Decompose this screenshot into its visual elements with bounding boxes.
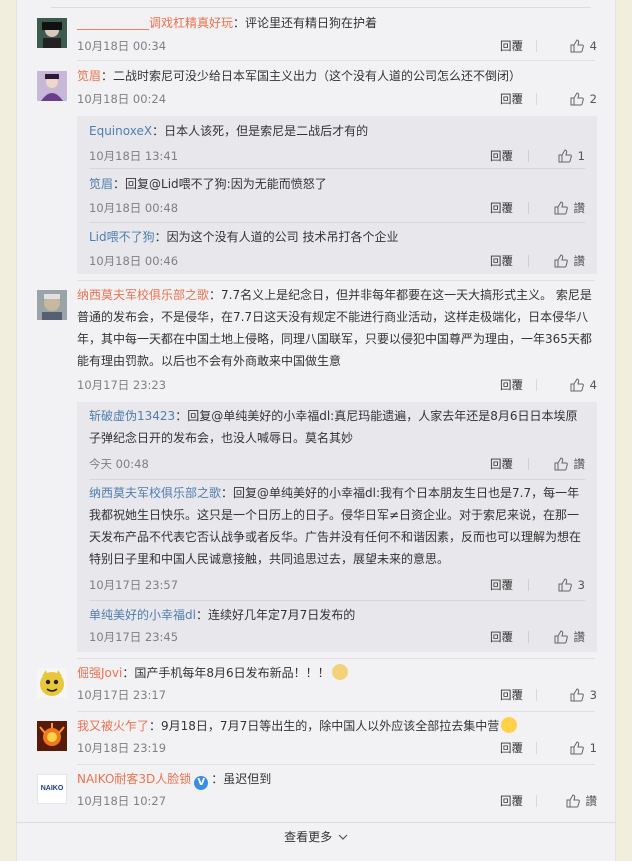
comment-text: 国产手机每年8月6日发布新品！！！ bbox=[134, 666, 330, 680]
reply-button[interactable]: 回覆 bbox=[500, 686, 523, 704]
comment-text: 虽迟但到 bbox=[223, 772, 272, 786]
reply-author[interactable]: Lid喂不了狗 bbox=[89, 230, 155, 244]
thumbs-up-icon bbox=[570, 92, 584, 106]
reply-item: Lid喂不了狗：因为这个没有人道的公司 技术吊打各个企业 10月18日 00:4… bbox=[89, 230, 585, 268]
like-button[interactable]: 2 bbox=[570, 90, 597, 108]
thumbs-up-icon bbox=[570, 688, 584, 702]
reply-text: 日本人该死，但是索尼是二战后才有的 bbox=[164, 124, 369, 138]
reply-text: 连续好几年定7月7日发布的 bbox=[207, 608, 356, 622]
avatar[interactable] bbox=[37, 18, 67, 48]
reply-item: 斩破虚伪13423：回复@单纯美好的小幸福dl:真尼玛能遗遍，人家去年还是8月6… bbox=[89, 409, 585, 471]
reply-thread: EquinoxeX：日本人该死，但是索尼是二战后才有的 10月18日 13:41… bbox=[77, 116, 597, 274]
avatar[interactable] bbox=[37, 668, 67, 698]
like-button[interactable]: 4 bbox=[570, 37, 597, 55]
reply-text: 回复@Lid喂不了狗:因为无能而愤怒了 bbox=[125, 177, 327, 191]
like-button[interactable]: 3 bbox=[570, 686, 597, 704]
timestamp: 10月17日 23:23 bbox=[77, 378, 167, 392]
comment-panel: ____________调戏杠精真好玩：评论里还有精日狗在护着 10月18日 0… bbox=[16, 0, 616, 861]
reply-button[interactable]: 回覆 bbox=[500, 376, 523, 394]
avatar[interactable] bbox=[37, 71, 67, 101]
avatar[interactable] bbox=[37, 721, 67, 751]
reply-item: 纳西莫夫军校俱乐部之歌：回复@单纯美好的小幸福dl:我有个日本朋友生日也是7.7… bbox=[89, 486, 585, 592]
like-button[interactable]: 3 bbox=[558, 576, 585, 594]
timestamp: 10月18日 13:41 bbox=[89, 149, 179, 163]
timestamp: 10月18日 23:19 bbox=[77, 741, 167, 755]
thumbs-up-icon bbox=[558, 149, 572, 163]
thumbs-up-icon bbox=[554, 201, 568, 215]
reply-button[interactable]: 回覆 bbox=[490, 252, 513, 270]
thumbs-up-icon bbox=[558, 578, 572, 592]
reply-author[interactable]: 斩破虚伪13423 bbox=[89, 409, 175, 423]
reply-button[interactable]: 回覆 bbox=[490, 455, 513, 473]
like-button[interactable]: 讚 bbox=[554, 199, 585, 217]
like-button[interactable]: 1 bbox=[558, 147, 585, 165]
reply-button[interactable]: 回覆 bbox=[490, 576, 513, 594]
timestamp: 今天 00:48 bbox=[89, 457, 149, 471]
timestamp: 10月17日 23:45 bbox=[89, 630, 179, 644]
comment-author[interactable]: 笕眉 bbox=[77, 69, 101, 83]
top-divider bbox=[51, 7, 591, 8]
like-button[interactable]: 1 bbox=[570, 739, 597, 757]
thumbs-up-icon bbox=[554, 457, 568, 471]
like-button[interactable]: 4 bbox=[570, 376, 597, 394]
reply-button[interactable]: 回覆 bbox=[490, 199, 513, 217]
reply-text: 因为这个没有人道的公司 技术吊打各个企业 bbox=[166, 230, 399, 244]
comment-author[interactable]: NAIKO耐客3D人脸锁 bbox=[77, 772, 191, 786]
comment-author[interactable]: 我又被火乍了 bbox=[77, 719, 149, 733]
reply-button[interactable]: 回覆 bbox=[500, 90, 523, 108]
reply-item: 笕眉：回复@Lid喂不了狗:因为无能而愤怒了 10月18日 00:48 回覆 讚 bbox=[89, 177, 585, 215]
reply-item: 单纯美好的小幸福dl：连续好几年定7月7日发布的 10月17日 23:45 回覆… bbox=[89, 608, 585, 644]
thumbs-up-icon bbox=[570, 39, 584, 53]
thumbs-up-icon bbox=[554, 630, 568, 644]
avatar[interactable] bbox=[37, 290, 67, 320]
comment-author[interactable]: 纳西莫夫军校俱乐部之歌 bbox=[77, 288, 209, 302]
timestamp: 10月18日 00:24 bbox=[77, 92, 167, 106]
comment-author[interactable]: 倔强Jovi bbox=[77, 666, 122, 680]
comment-author[interactable]: ____________调戏杠精真好玩 bbox=[77, 16, 233, 30]
comment-text: 评论里还有精日狗在护着 bbox=[245, 16, 378, 30]
avatar[interactable]: NAIKO bbox=[37, 774, 67, 804]
like-button[interactable]: 讚 bbox=[566, 792, 597, 810]
reply-author[interactable]: 纳西莫夫军校俱乐部之歌 bbox=[89, 486, 221, 500]
load-more-button[interactable]: 查看更多 bbox=[17, 822, 615, 850]
comment-text: 二战时索尼可没少给日本军国主义出力（这个没有人道的公司怎么还不倒闭） bbox=[113, 69, 522, 83]
timestamp: 10月17日 23:17 bbox=[77, 688, 167, 702]
dog-face-emoji-icon bbox=[331, 664, 348, 680]
timestamp: 10月18日 00:48 bbox=[89, 201, 179, 215]
reply-item: EquinoxeX：日本人该死，但是索尼是二战后才有的 10月18日 13:41… bbox=[89, 124, 585, 163]
thumbs-up-icon bbox=[570, 741, 584, 755]
timestamp: 10月18日 10:27 bbox=[77, 794, 167, 808]
reply-author[interactable]: 单纯美好的小幸福dl bbox=[89, 608, 196, 622]
verified-badge-icon: V bbox=[194, 776, 209, 790]
reply-author[interactable]: EquinoxeX bbox=[89, 124, 152, 138]
grin-emoji-icon bbox=[501, 717, 518, 733]
timestamp: 10月18日 00:34 bbox=[77, 39, 167, 53]
timestamp: 10月18日 00:46 bbox=[89, 254, 179, 268]
naiko-logo: NAIKO bbox=[40, 785, 64, 792]
reply-button[interactable]: 回覆 bbox=[490, 147, 513, 165]
like-button[interactable]: 讚 bbox=[554, 628, 585, 646]
like-button[interactable]: 讚 bbox=[554, 455, 585, 473]
thumbs-up-icon bbox=[554, 254, 568, 268]
reply-button[interactable]: 回覆 bbox=[500, 739, 523, 757]
thumbs-up-icon bbox=[566, 794, 580, 808]
comment-text: 9月18日，7月7日等出生的，除中国人以外应该全部拉去集中营 bbox=[161, 719, 500, 733]
reply-button[interactable]: 回覆 bbox=[500, 792, 523, 810]
reply-button[interactable]: 回覆 bbox=[500, 37, 523, 55]
reply-button[interactable]: 回覆 bbox=[490, 628, 513, 646]
like-button[interactable]: 讚 bbox=[554, 252, 585, 270]
timestamp: 10月17日 23:57 bbox=[89, 578, 179, 592]
reply-thread: 斩破虚伪13423：回复@单纯美好的小幸福dl:真尼玛能遗遍，人家去年还是8月6… bbox=[77, 402, 597, 652]
chevron-down-icon bbox=[338, 834, 348, 840]
thumbs-up-icon bbox=[570, 378, 584, 392]
reply-author[interactable]: 笕眉 bbox=[89, 177, 113, 191]
